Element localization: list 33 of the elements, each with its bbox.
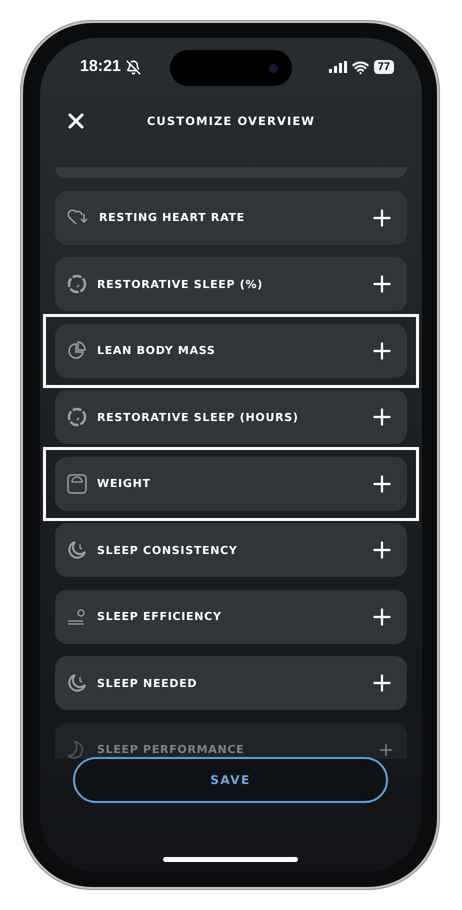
- metric-card[interactable]: SLEEP CONSISTENCY: [55, 523, 407, 577]
- metric-card[interactable]: RESTORATIVE SLEEP (HOURS): [55, 390, 407, 444]
- metric-card[interactable]: LEAN BODY MASS: [55, 324, 407, 378]
- bell-muted-icon: [126, 60, 141, 74]
- metric-label: SLEEP EFFICIENCY: [97, 610, 223, 623]
- moon-clock-icon: [67, 673, 87, 693]
- sleeping-person-icon: [67, 606, 87, 626]
- metric-label: SLEEP PERFORMANCE: [97, 743, 246, 756]
- metric-card[interactable]: RESTORATIVE SLEEP (%): [55, 257, 407, 311]
- scale-icon: [67, 474, 87, 494]
- metric-card[interactable]: RESTING HEART RATE: [55, 190, 407, 244]
- moon-clock-icon: [67, 540, 87, 560]
- signal-icon: [328, 61, 347, 73]
- metric-label: SLEEP NEEDED: [97, 676, 198, 690]
- screen-title: CUSTOMIZE OVERVIEW: [146, 114, 316, 128]
- pie-chart-icon: [67, 340, 87, 360]
- battery-level: 77: [374, 60, 394, 74]
- dial-icon: [67, 407, 87, 427]
- metric-card[interactable]: SLEEP EFFICIENCY: [55, 590, 407, 644]
- metric-label: LEAN BODY MASS: [97, 344, 217, 357]
- metric-label: SLEEP CONSISTENCY: [97, 544, 239, 556]
- save-button[interactable]: SAVE: [73, 757, 388, 803]
- metric-card[interactable]: WEIGHT: [55, 456, 407, 510]
- metric-label: RESTING HEART RATE: [99, 211, 246, 224]
- metric-card[interactable]: SLEEP PERFORMANCE: [55, 722, 407, 758]
- metric-label: RESTORATIVE SLEEP (HOURS): [97, 410, 300, 424]
- dial-icon: [67, 274, 87, 294]
- metric-label: WEIGHT: [97, 477, 152, 490]
- status-time: 18:21: [80, 58, 121, 76]
- metric-card[interactable]: SLEEP NEEDED: [55, 656, 407, 710]
- metric-label: RESTORATIVE SLEEP (%): [97, 278, 264, 290]
- heart-arrow-icon: [67, 208, 89, 226]
- wifi-icon: [352, 58, 369, 76]
